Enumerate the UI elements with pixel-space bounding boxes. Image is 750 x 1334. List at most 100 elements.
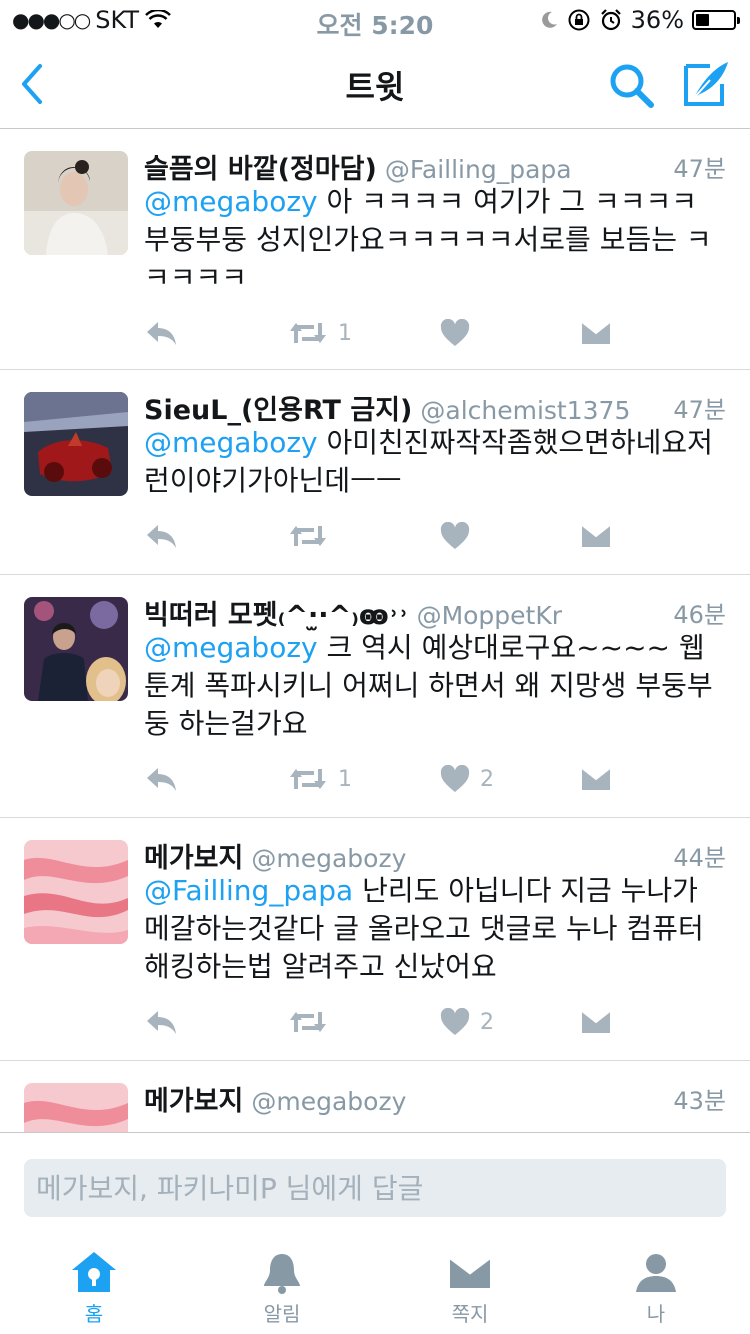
alarm-icon: [600, 9, 621, 31]
tab-notifications[interactable]: 알림: [222, 1250, 342, 1327]
tweet-item[interactable]: 빅떠러 모펫₍^·̫·^₎ꙭ˒˒ @MoppetKr 46분 @megabozy …: [0, 575, 750, 818]
tweet-item[interactable]: 메가보지 @megabozy 43분: [0, 1061, 750, 1132]
dm-button[interactable]: [580, 516, 612, 556]
tweet-time: 43분: [673, 1087, 726, 1115]
tweet-time: 44분: [673, 844, 726, 872]
tweet-time: 47분: [673, 155, 726, 183]
like-count: 2: [480, 766, 494, 792]
tweet-header: 메가보지 @megabozy 43분: [144, 1079, 726, 1119]
heart-icon: [440, 1008, 470, 1035]
battery-percent: 36%: [630, 6, 684, 34]
author-handle[interactable]: @megabozy: [251, 844, 406, 873]
reply-button[interactable]: [144, 313, 178, 353]
tab-me[interactable]: 나: [596, 1250, 716, 1327]
retweet-button[interactable]: 1: [288, 759, 352, 799]
mention-link[interactable]: @megabozy: [144, 426, 318, 459]
battery-fill: [696, 14, 709, 26]
tab-messages[interactable]: 쪽지: [410, 1250, 530, 1327]
reply-icon: [147, 322, 176, 345]
mention-link[interactable]: @megabozy: [144, 185, 318, 218]
tab-label: 홈: [84, 1302, 104, 1326]
retweet-count: 1: [338, 766, 352, 792]
reply-button[interactable]: [144, 1002, 178, 1042]
author-handle[interactable]: @Failling_papa: [385, 155, 572, 184]
home-icon: [72, 1252, 116, 1292]
tweet-feed[interactable]: 슬픔의 바깥(정마담) @Failling_papa 47분 @megabozy …: [0, 129, 750, 1132]
reply-icon: [147, 768, 176, 791]
tweet-actions: 2: [144, 1002, 624, 1042]
search-icon[interactable]: [606, 60, 658, 112]
tweet-actions: [144, 516, 624, 556]
tab-label: 알림: [263, 1302, 301, 1326]
author-name[interactable]: 빅떠러 모펫₍^·̫·^₎ꙭ˒˒: [144, 600, 409, 631]
status-bar: ●●●○○ SKT 오전 5:20 36%: [0, 0, 750, 40]
profile-icon: [636, 1254, 676, 1292]
like-count: 2: [480, 1009, 494, 1035]
tweet-actions: 1: [144, 313, 624, 353]
tab-label: 쪽지: [451, 1302, 489, 1326]
like-button[interactable]: 2: [440, 759, 494, 799]
tweet-header: 빅떠러 모펫₍^·̫·^₎ꙭ˒˒ @MoppetKr 46분: [144, 593, 726, 633]
author-name[interactable]: SieuL_(인용RT 금지): [144, 395, 412, 426]
mention-link[interactable]: @megabozy: [144, 631, 318, 664]
tweet-text: @megabozy 아미친진짜작작좀했으면하네요저런이야기가아닌데ㅡㅡ: [144, 424, 724, 500]
tweet-time: 47분: [673, 396, 726, 424]
tweet-item[interactable]: 메가보지 @megabozy 44분 @Failling_papa 난리도 아닙니…: [0, 818, 750, 1061]
status-right-group: 36%: [539, 6, 740, 34]
avatar[interactable]: [24, 392, 128, 496]
avatar[interactable]: [24, 1083, 128, 1132]
author-handle[interactable]: @alchemist1375: [420, 396, 630, 425]
retweet-button[interactable]: 1: [288, 313, 352, 353]
mention-link[interactable]: @Failling_papa: [144, 874, 353, 907]
tab-label: 나: [646, 1302, 666, 1326]
compose-quill-icon[interactable]: [680, 58, 732, 110]
tweet-text: @megabozy 아 ㅋㅋㅋㅋ 여기가 그 ㅋㅋㅋㅋ 부둥부둥 성지인가요ㅋㅋ…: [144, 183, 724, 297]
heart-icon: [440, 319, 470, 346]
reply-button[interactable]: [144, 759, 178, 799]
tweet-text: @megabozy 크 역시 예상대로구요~~~~ 웹툰계 폭파시키니 어쩌니 …: [144, 629, 724, 743]
reply-icon: [147, 525, 176, 548]
author-name[interactable]: 메가보지: [144, 1086, 243, 1117]
avatar[interactable]: [24, 151, 128, 255]
retweet-icon: [290, 323, 326, 343]
tweet-header: 메가보지 @megabozy 44분: [144, 836, 726, 876]
tweet-actions: 1 2: [144, 759, 624, 799]
retweet-button[interactable]: [288, 1002, 338, 1042]
tweet-time: 46분: [673, 601, 726, 629]
like-button[interactable]: [440, 313, 480, 353]
tweet-text: @Failling_papa 난리도 아닙니다 지금 누나가 메갈하는것같다 글…: [144, 872, 724, 986]
like-button[interactable]: 2: [440, 1002, 494, 1042]
retweet-icon: [290, 526, 326, 546]
message-icon: [581, 524, 611, 547]
message-icon: [581, 1010, 611, 1033]
author-handle[interactable]: @MoppetKr: [417, 601, 562, 630]
reply-input[interactable]: [24, 1159, 726, 1217]
nav-bar: 트윗: [0, 40, 750, 129]
retweet-icon: [290, 1012, 326, 1032]
reply-icon: [147, 1011, 176, 1034]
author-handle[interactable]: @megabozy: [251, 1087, 406, 1116]
heart-icon: [440, 522, 470, 549]
author-name[interactable]: 메가보지: [144, 843, 243, 874]
moon-icon: [541, 11, 557, 28]
bell-icon: [264, 1254, 300, 1294]
tab-home[interactable]: 홈: [34, 1250, 154, 1327]
tweet-item[interactable]: 슬픔의 바깥(정마담) @Failling_papa 47분 @megabozy …: [0, 129, 750, 370]
message-icon: [581, 321, 611, 344]
retweet-icon: [290, 769, 326, 789]
tweet-item[interactable]: SieuL_(인용RT 금지) @alchemist1375 47분 @megab…: [0, 370, 750, 575]
avatar[interactable]: [24, 840, 128, 944]
dm-button[interactable]: [580, 759, 612, 799]
author-name[interactable]: 슬픔의 바깥(정마담): [144, 154, 377, 185]
dm-button[interactable]: [580, 313, 612, 353]
retweet-button[interactable]: [288, 516, 338, 556]
heart-icon: [440, 765, 470, 792]
reply-button[interactable]: [144, 516, 178, 556]
reply-bar: [0, 1132, 750, 1237]
battery-icon: [692, 10, 740, 30]
like-button[interactable]: [440, 516, 480, 556]
retweet-count: 1: [338, 320, 352, 346]
rotation-lock-icon: [568, 9, 590, 31]
avatar[interactable]: [24, 597, 128, 701]
dm-button[interactable]: [580, 1002, 612, 1042]
